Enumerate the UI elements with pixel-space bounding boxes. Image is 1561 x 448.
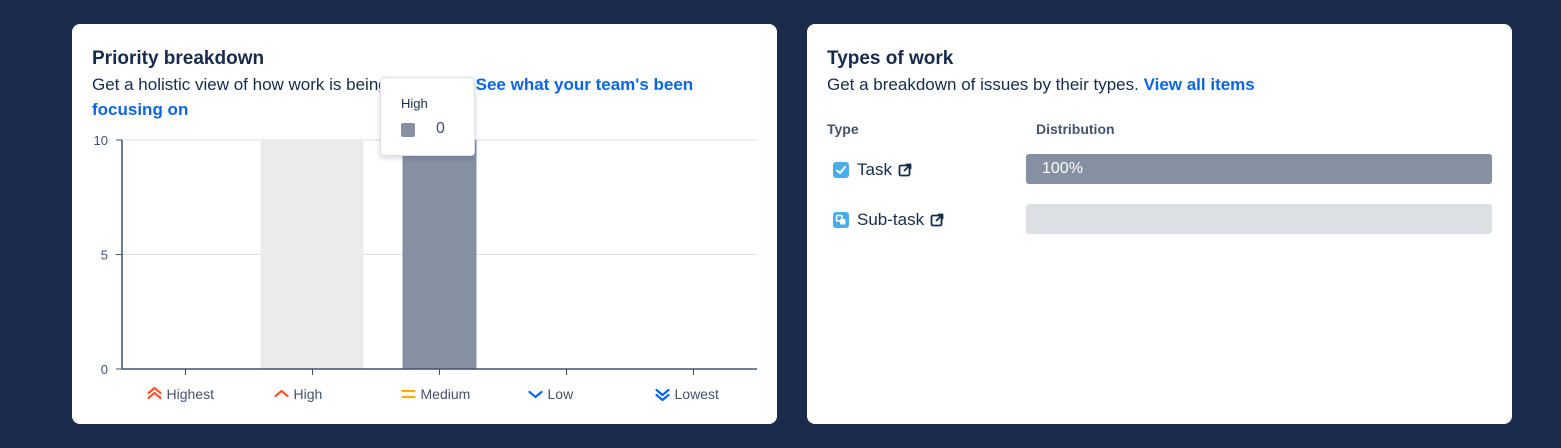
subtask-distribution-bar[interactable] <box>1026 204 1492 234</box>
external-link-icon[interactable] <box>930 213 944 227</box>
tooltip-value: 0 <box>436 120 445 137</box>
medium-priority-icon <box>401 389 416 399</box>
y-tick-label: 10 <box>94 133 108 148</box>
distribution-column-header: Distribution <box>1036 121 1115 137</box>
task-distribution-bar[interactable]: 100% <box>1026 154 1492 184</box>
types-description-text: Get a breakdown of issues by their types… <box>827 75 1139 94</box>
type-column-header: Type <box>827 121 859 137</box>
types-title: Types of work <box>827 48 954 69</box>
x-category-label: Low <box>548 386 575 402</box>
view-all-items-link[interactable]: View all items <box>1144 75 1255 94</box>
highest-priority-icon <box>147 386 162 400</box>
type-row-subtask: Sub-task <box>833 205 944 235</box>
external-link-icon[interactable] <box>898 163 912 177</box>
bar-highlight-medium <box>402 140 477 369</box>
x-category-label: Highest <box>167 386 215 402</box>
x-category-label: High <box>294 386 323 402</box>
y-tick-label: 0 <box>101 362 108 377</box>
high-priority-icon <box>274 389 289 398</box>
task-icon <box>833 162 849 178</box>
task-link[interactable]: Task <box>857 160 892 180</box>
priority-breakdown-card: 0 5 10 Highest High Medium Low Lowest Priority … <box>72 24 777 424</box>
chart-tooltip: High 0 <box>380 77 475 156</box>
types-description: Get a breakdown of issues by their types… <box>827 72 1467 97</box>
type-row-task: Task <box>833 155 912 185</box>
priority-title: Priority breakdown <box>92 48 265 69</box>
x-category-label: Medium <box>421 386 471 402</box>
tooltip-label: High <box>401 96 428 111</box>
task-distribution-percent: 100% <box>1042 160 1083 177</box>
subtask-icon <box>833 212 849 228</box>
low-priority-icon <box>528 390 543 399</box>
tooltip-swatch <box>401 123 415 137</box>
task-distribution-fill <box>1026 154 1492 184</box>
subtask-link[interactable]: Sub-task <box>857 210 924 230</box>
y-tick-label: 5 <box>101 248 108 263</box>
x-category-label: Lowest <box>675 386 719 402</box>
types-of-work-card: Types of work Get a breakdown of issues … <box>807 24 1512 424</box>
hover-band <box>260 140 364 369</box>
lowest-priority-icon <box>655 388 670 402</box>
